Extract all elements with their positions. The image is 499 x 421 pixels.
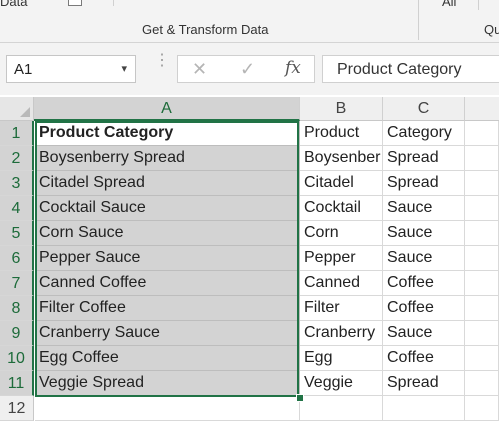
name-box-value: A1: [14, 61, 33, 78]
row-header[interactable]: 6: [0, 246, 34, 271]
ribbon-divider-right: [478, 0, 479, 10]
cell-b6[interactable]: Pepper: [300, 246, 383, 271]
cell-b1[interactable]: Product: [300, 121, 383, 146]
cell-d1[interactable]: [465, 121, 499, 146]
cell-a3[interactable]: Citadel Spread: [35, 171, 300, 196]
row-header[interactable]: 8: [0, 296, 34, 321]
row-header[interactable]: 5: [0, 221, 34, 246]
ribbon-data-fragment[interactable]: Data: [0, 0, 27, 9]
cell-d9[interactable]: [465, 321, 499, 346]
cell-c2[interactable]: Spread: [383, 146, 465, 171]
formula-input[interactable]: Product Category: [322, 55, 499, 83]
row-header[interactable]: 11: [0, 371, 34, 396]
cell-d12[interactable]: [465, 396, 499, 421]
cell-b4[interactable]: Cocktail: [300, 196, 383, 221]
fill-handle[interactable]: [296, 394, 304, 402]
row-header[interactable]: 7: [0, 271, 34, 296]
ribbon-table-icon[interactable]: [68, 0, 82, 6]
cell-a11[interactable]: Veggie Spread: [35, 371, 300, 396]
cell-b2[interactable]: Boysenber: [300, 146, 383, 171]
cell-b11[interactable]: Veggie: [300, 371, 383, 396]
column-header-d[interactable]: [465, 97, 499, 121]
cell-a12[interactable]: [35, 396, 300, 421]
drag-handle-icon[interactable]: ⋮: [154, 53, 170, 69]
ribbon-group-label: Get & Transform Data: [142, 22, 269, 37]
cell-a5[interactable]: Corn Sauce: [35, 221, 300, 246]
cell-a7[interactable]: Canned Coffee: [35, 271, 300, 296]
cell-c7[interactable]: Coffee: [383, 271, 465, 296]
cell-d6[interactable]: [465, 246, 499, 271]
column-header-b[interactable]: B: [300, 97, 383, 121]
cell-a9[interactable]: Cranberry Sauce: [35, 321, 300, 346]
select-all-icon: [20, 107, 30, 117]
row-header[interactable]: 1: [0, 121, 34, 146]
insert-function-icon[interactable]: fx: [285, 58, 301, 78]
cell-b8[interactable]: Filter: [300, 296, 383, 321]
cell-b7[interactable]: Canned: [300, 271, 383, 296]
select-all-button[interactable]: [0, 97, 34, 121]
chevron-down-icon[interactable]: ▾: [121, 62, 127, 75]
ribbon-queries-label: Qu: [484, 22, 499, 37]
cell-b5[interactable]: Corn: [300, 221, 383, 246]
cell-c1[interactable]: Category: [383, 121, 465, 146]
worksheet-grid: A B C 1 Product Category Product Category 2 B…: [0, 97, 499, 421]
cell-d3[interactable]: [465, 171, 499, 196]
ribbon: Data Get & Transform Data All Qu: [0, 0, 499, 43]
row-header[interactable]: 10: [0, 346, 34, 371]
cell-c6[interactable]: Sauce: [383, 246, 465, 271]
column-header-c[interactable]: C: [383, 97, 465, 121]
ribbon-divider: [113, 0, 114, 6]
cell-d2[interactable]: [465, 146, 499, 171]
cell-c5[interactable]: Sauce: [383, 221, 465, 246]
cell-d7[interactable]: [465, 271, 499, 296]
enter-icon[interactable]: ✓: [240, 59, 255, 80]
cell-b12[interactable]: [300, 396, 383, 421]
cell-d4[interactable]: [465, 196, 499, 221]
row-header[interactable]: 4: [0, 196, 34, 221]
name-box[interactable]: A1 ▾: [6, 55, 136, 83]
cell-a2[interactable]: Boysenberry Spread: [35, 146, 300, 171]
cell-c9[interactable]: Sauce: [383, 321, 465, 346]
cell-d8[interactable]: [465, 296, 499, 321]
formula-input-value: Product Category: [337, 61, 462, 78]
cell-a10[interactable]: Egg Coffee: [35, 346, 300, 371]
column-header-a[interactable]: A: [34, 97, 300, 121]
cell-b3[interactable]: Citadel: [300, 171, 383, 196]
cell-c3[interactable]: Spread: [383, 171, 465, 196]
formula-bar: A1 ▾ ⋮ ✕ ✓ fx Product Category: [0, 43, 499, 95]
ribbon-group-divider: [418, 0, 419, 40]
row-header[interactable]: 9: [0, 321, 34, 346]
row-header[interactable]: 12: [0, 396, 34, 421]
formula-buttons: ✕ ✓ fx: [177, 55, 315, 83]
cell-c11[interactable]: Spread: [383, 371, 465, 396]
row-header[interactable]: 3: [0, 171, 34, 196]
cell-a4[interactable]: Cocktail Sauce: [35, 196, 300, 221]
cancel-icon[interactable]: ✕: [192, 59, 207, 80]
row-header[interactable]: 2: [0, 146, 34, 171]
ribbon-all-fragment[interactable]: All: [442, 0, 456, 9]
cell-a6[interactable]: Pepper Sauce: [35, 246, 300, 271]
cell-d11[interactable]: [465, 371, 499, 396]
cell-c8[interactable]: Coffee: [383, 296, 465, 321]
cell-c4[interactable]: Sauce: [383, 196, 465, 221]
cell-b9[interactable]: Cranberry: [300, 321, 383, 346]
cell-c12[interactable]: [383, 396, 465, 421]
cell-d5[interactable]: [465, 221, 499, 246]
cell-a8[interactable]: Filter Coffee: [35, 296, 300, 321]
cell-b10[interactable]: Egg: [300, 346, 383, 371]
cell-d10[interactable]: [465, 346, 499, 371]
cell-c10[interactable]: Coffee: [383, 346, 465, 371]
cell-a1[interactable]: Product Category: [35, 121, 300, 146]
